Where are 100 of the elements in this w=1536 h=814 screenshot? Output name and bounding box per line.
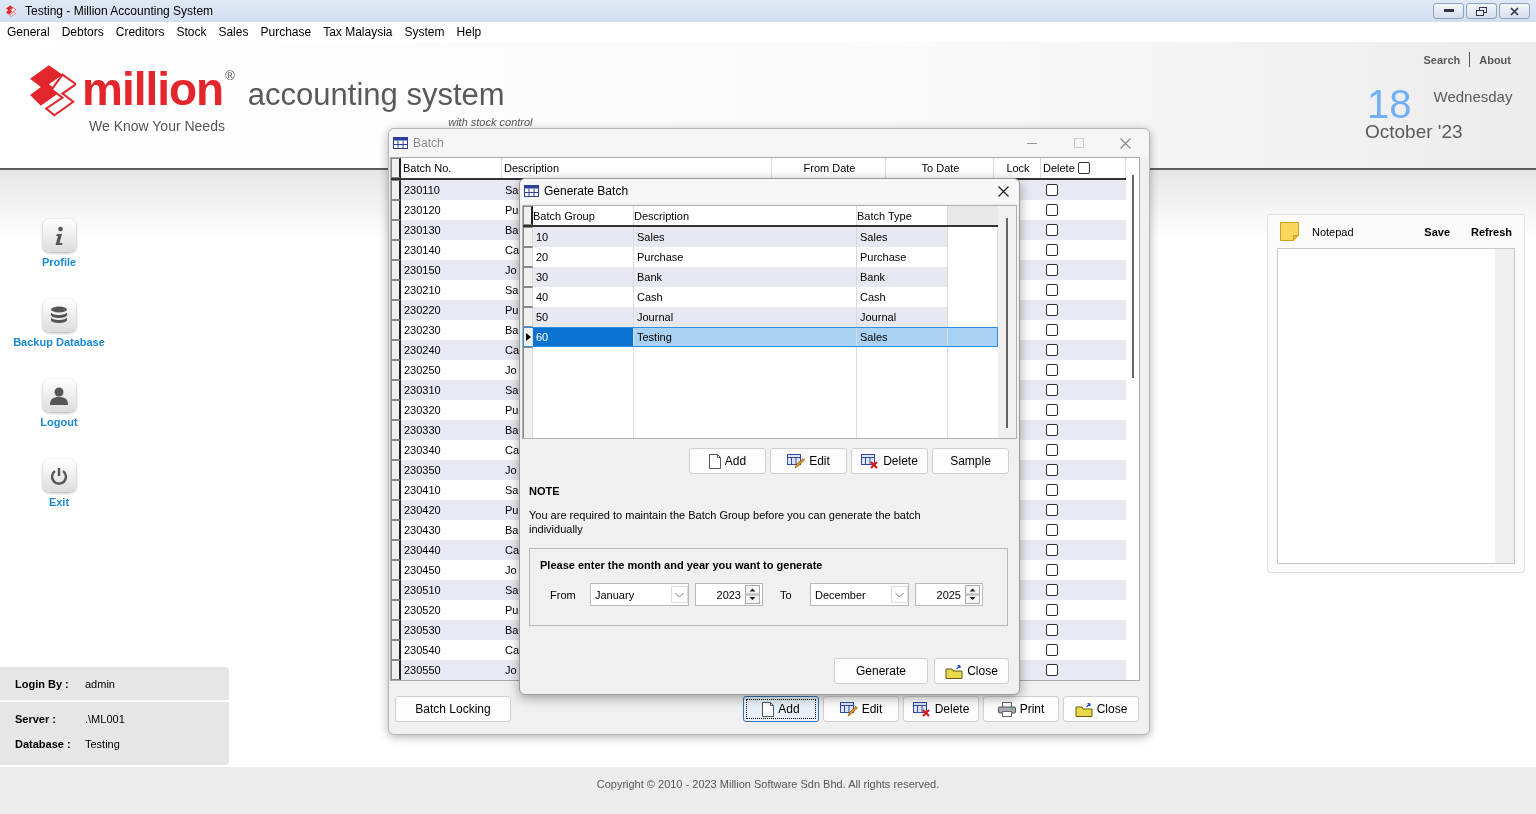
menu-item[interactable]: Tax Malaysia (317, 25, 399, 39)
checkbox[interactable] (1046, 224, 1058, 236)
checkbox[interactable] (1046, 264, 1058, 276)
menu-item[interactable]: Help (450, 25, 488, 39)
table-row[interactable]: 10 Sales Sales (523, 227, 998, 247)
restore-button[interactable] (1466, 3, 1497, 19)
checkbox[interactable] (1046, 664, 1058, 676)
table-row[interactable]: 30 Bank Bank (523, 267, 998, 287)
logo-icon (6, 4, 16, 18)
table-row[interactable]: 60 Testing Sales (523, 327, 998, 347)
checkbox[interactable] (1046, 444, 1058, 456)
column-header: To Date (921, 162, 960, 174)
checkbox[interactable] (1046, 284, 1058, 296)
checkbox[interactable] (1046, 484, 1058, 496)
menu-item[interactable]: Debtors (55, 25, 110, 39)
checkbox[interactable] (1046, 364, 1058, 376)
table-cell-text: 230320 (403, 403, 442, 418)
table-cell: Sales (857, 327, 948, 347)
row-header (391, 240, 401, 260)
table-cell: Bank (857, 267, 948, 287)
checkbox[interactable] (1046, 204, 1058, 216)
month-dropdown[interactable]: December (810, 583, 909, 606)
menu-item[interactable]: System (398, 25, 451, 39)
checkbox[interactable] (1046, 244, 1058, 256)
checkbox[interactable] (1077, 162, 1090, 174)
checkbox[interactable] (1046, 404, 1058, 416)
table-cell-text: 230310 (403, 383, 442, 398)
row-header (391, 480, 401, 500)
menu-item[interactable]: Stock (170, 25, 213, 39)
table-cell-text: 230150 (403, 263, 442, 278)
table-cell-text: Sa (504, 583, 520, 598)
checkbox[interactable] (1046, 564, 1058, 576)
checkbox[interactable] (1046, 504, 1058, 516)
close-button[interactable] (998, 185, 1009, 197)
table-cell-text: 230330 (403, 423, 442, 438)
table-cell-text: Jo (504, 663, 518, 678)
power-icon (50, 466, 68, 485)
table-cell: 30 (533, 267, 634, 287)
notepad-action[interactable]: Save (1424, 225, 1451, 238)
checkbox[interactable] (1046, 184, 1058, 196)
table-cell-text: 230210 (403, 283, 442, 298)
header-link[interactable]: About (1479, 53, 1511, 66)
scrollbar-thumb[interactable] (1131, 175, 1134, 378)
checkbox[interactable] (1046, 304, 1058, 316)
checkbox[interactable] (1046, 544, 1058, 556)
table-cell-text: Ba (504, 623, 520, 638)
close-button[interactable]: Close (934, 658, 1009, 684)
table-row[interactable]: 50 Journal Journal (523, 307, 998, 327)
checkbox[interactable] (1046, 584, 1058, 596)
sample-button[interactable]: Sample (932, 448, 1009, 474)
menu-item[interactable]: Creditors (109, 25, 171, 39)
table-cell: Testing (634, 327, 857, 347)
sidebar-item[interactable]: Backup Database (0, 299, 118, 379)
batch-locking-button[interactable]: Batch Locking (395, 696, 511, 722)
table-cell-text: Ba (504, 523, 520, 538)
note-text: You are required to maintain the Batch Group before you can generate the batch individually (529, 508, 922, 536)
add-button[interactable]: Add (743, 696, 819, 722)
note-title: NOTE (529, 485, 561, 497)
user-icon (50, 386, 68, 405)
header-link[interactable]: Search (1423, 53, 1461, 66)
delete-button[interactable]: Delete (903, 696, 979, 722)
menu-item[interactable]: General (1, 25, 56, 39)
edit-button[interactable]: Edit (770, 448, 847, 474)
checkbox[interactable] (1046, 464, 1058, 476)
menu-item[interactable]: Purchase (254, 25, 318, 39)
edit-button[interactable]: Edit (823, 696, 899, 722)
checkbox[interactable] (1046, 524, 1058, 536)
registered-mark: ® (225, 68, 235, 83)
menu-item[interactable]: Sales (212, 25, 255, 39)
table-pencil-icon (787, 453, 806, 469)
row-header (391, 560, 401, 580)
checkbox[interactable] (1046, 384, 1058, 396)
scrollbar-thumb[interactable] (1006, 218, 1008, 428)
row-header (391, 400, 401, 420)
checkbox[interactable] (1046, 324, 1058, 336)
year-spinner[interactable]: 2025 (915, 583, 983, 606)
generate-button[interactable]: Generate (834, 658, 928, 684)
print-button[interactable]: Print (983, 696, 1059, 722)
table-icon (393, 137, 408, 149)
checkbox[interactable] (1046, 624, 1058, 636)
close-button[interactable]: Close (1063, 696, 1139, 722)
table-cell-text: Sa (504, 283, 520, 298)
from-label: From (550, 588, 577, 601)
sidebar-item[interactable]: Profile (0, 219, 118, 299)
field-label: Database : (15, 737, 72, 750)
checkbox[interactable] (1046, 644, 1058, 656)
add-button[interactable]: Add (689, 448, 766, 474)
close-button[interactable] (1499, 3, 1530, 19)
checkbox[interactable] (1046, 344, 1058, 356)
checkbox[interactable] (1046, 604, 1058, 616)
notepad-action[interactable]: Refresh (1471, 225, 1512, 238)
table-cell-text: 230120 (403, 203, 442, 218)
month-dropdown[interactable]: January (590, 583, 689, 606)
column-header: Batch Group (533, 209, 595, 222)
sidebar-item[interactable]: Exit (0, 459, 118, 539)
minimize-button[interactable] (1433, 3, 1464, 19)
delete-button[interactable]: Delete (851, 448, 928, 474)
year-spinner[interactable]: 2023 (695, 583, 763, 606)
checkbox[interactable] (1046, 424, 1058, 436)
sidebar-item[interactable]: Logout (0, 379, 118, 459)
